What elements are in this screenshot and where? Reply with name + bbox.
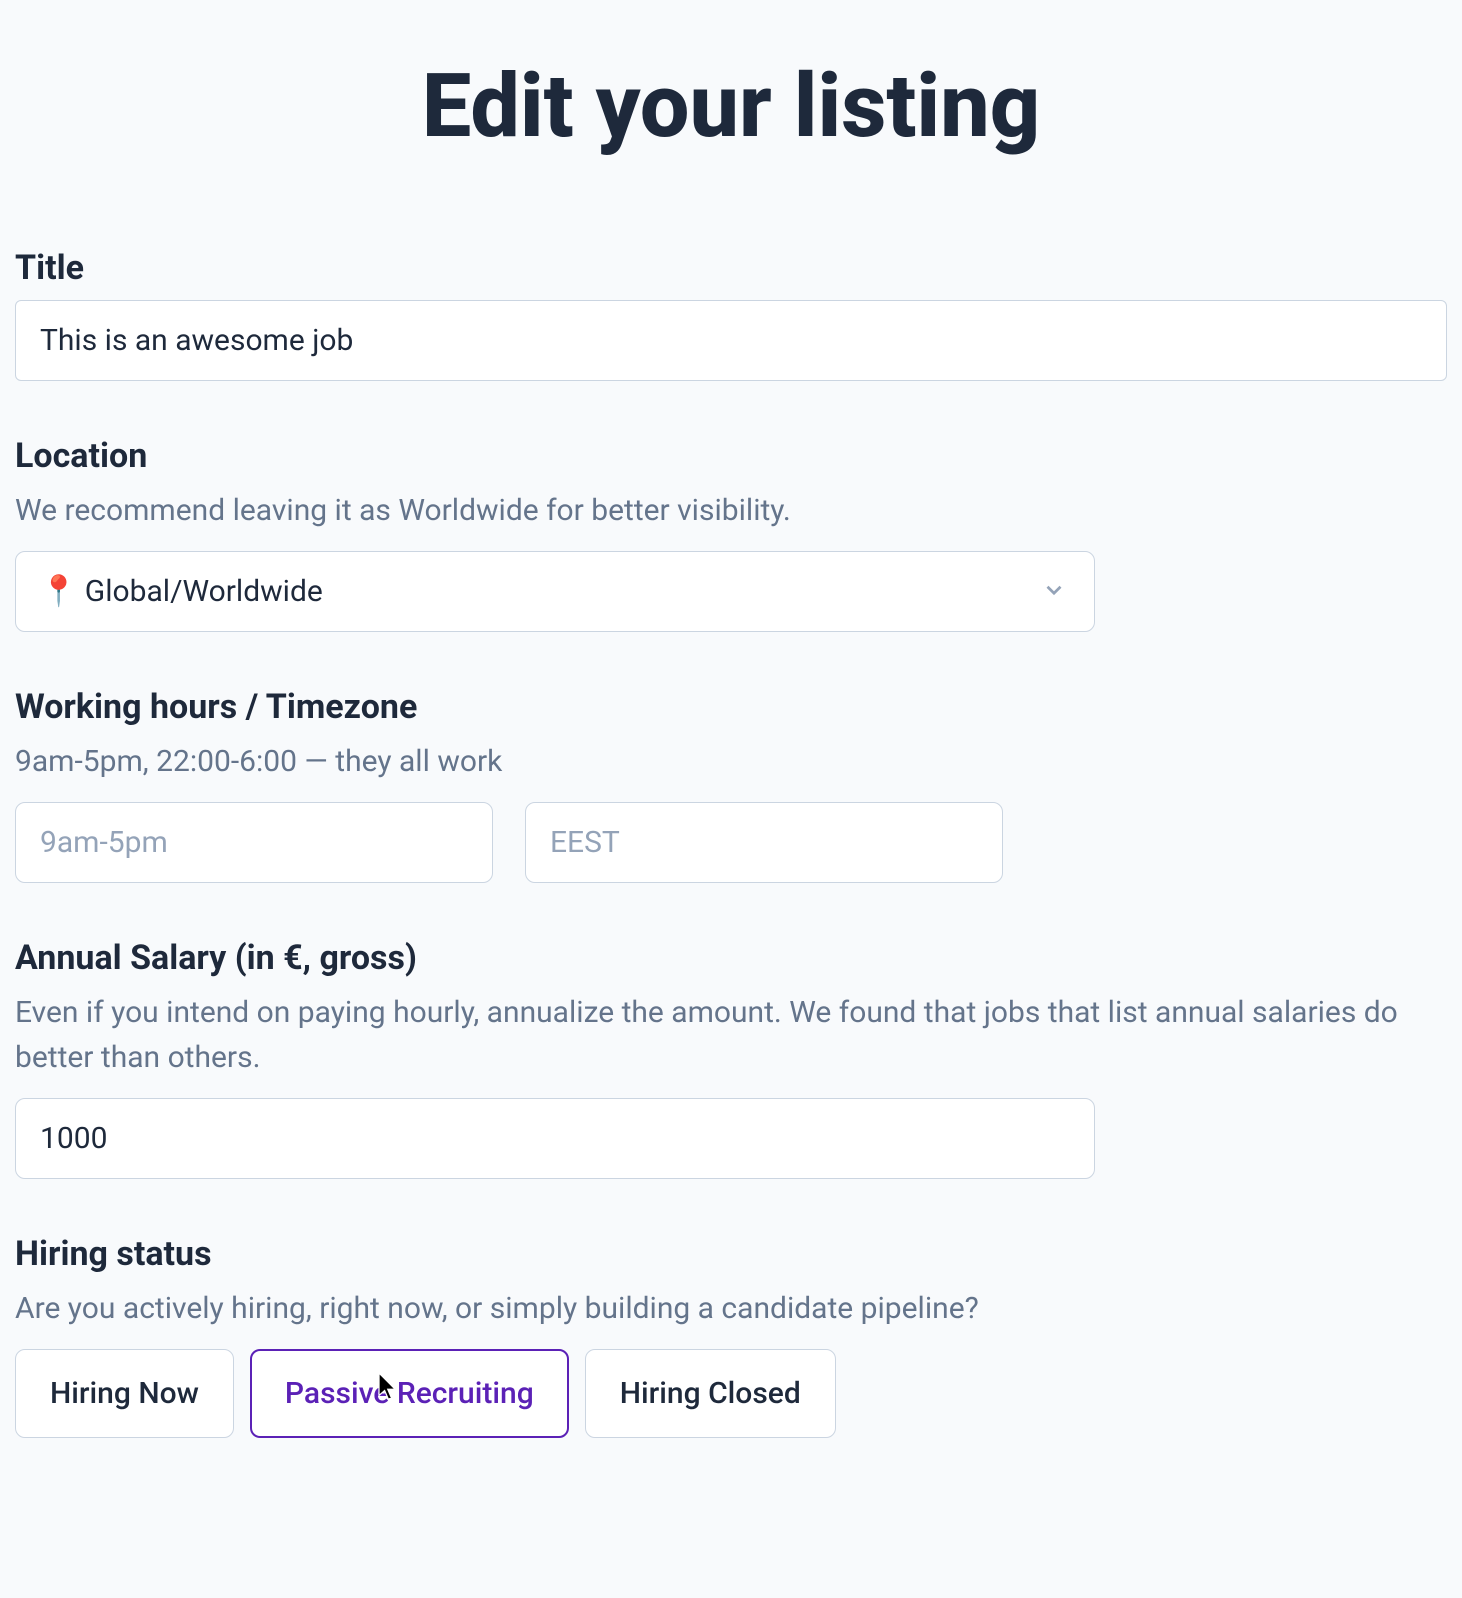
page-title: Edit your listing [15,55,1447,158]
salary-hint: Even if you intend on paying hourly, ann… [15,990,1447,1080]
title-label: Title [15,248,1447,288]
location-hint: We recommend leaving it as Worldwide for… [15,488,1447,533]
hours-time-input[interactable] [15,802,493,883]
status-hiring-closed-button[interactable]: Hiring Closed [585,1349,836,1438]
status-hiring-now-button[interactable]: Hiring Now [15,1349,234,1438]
title-input[interactable] [15,300,1447,381]
hours-field-group: Working hours / Timezone 9am-5pm, 22:00-… [15,687,1447,883]
hours-label: Working hours / Timezone [15,687,1447,727]
hours-hint: 9am-5pm, 22:00-6:00 — they all work [15,739,1447,784]
salary-input[interactable] [15,1098,1095,1179]
status-label: Hiring status [15,1234,1447,1274]
status-field-group: Hiring status Are you actively hiring, r… [15,1234,1447,1438]
salary-label: Annual Salary (in €, gross) [15,938,1447,978]
location-field-group: Location We recommend leaving it as Worl… [15,436,1447,632]
hours-timezone-input[interactable] [525,802,1003,883]
status-passive-recruiting-button[interactable]: Passive Recruiting [250,1349,569,1438]
location-select[interactable]: 📍 Global/Worldwide [15,551,1095,632]
title-field-group: Title [15,248,1447,381]
status-hint: Are you actively hiring, right now, or s… [15,1286,1447,1331]
salary-field-group: Annual Salary (in €, gross) Even if you … [15,938,1447,1179]
location-label: Location [15,436,1447,476]
